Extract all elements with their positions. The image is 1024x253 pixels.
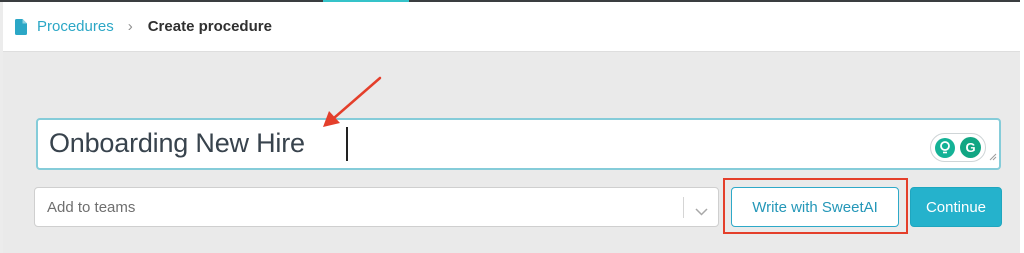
select-divider xyxy=(683,197,684,218)
breadcrumb-separator: › xyxy=(127,18,133,35)
annotation-arrow-icon xyxy=(323,76,382,127)
page-header: Procedures › Create procedure xyxy=(3,2,1020,52)
grammarly-widget[interactable]: G xyxy=(930,133,986,162)
chevron-down-icon[interactable] xyxy=(695,203,708,221)
procedure-title-input[interactable]: Onboarding New Hire G xyxy=(36,118,1001,170)
grammarly-icon[interactable]: G xyxy=(960,137,981,158)
document-icon xyxy=(15,18,27,35)
continue-button[interactable]: Continue xyxy=(910,187,1002,227)
page-right-margin xyxy=(1020,0,1024,253)
procedure-title-value: Onboarding New Hire xyxy=(49,128,305,158)
lightbulb-icon[interactable] xyxy=(935,137,955,158)
breadcrumb-procedures-link[interactable]: Procedures xyxy=(37,18,114,35)
add-to-teams-select[interactable]: Add to teams xyxy=(34,187,719,227)
resize-handle-icon[interactable] xyxy=(989,148,997,166)
add-to-teams-placeholder: Add to teams xyxy=(47,199,136,216)
text-cursor xyxy=(346,127,348,161)
annotation-highlight-box xyxy=(723,178,908,234)
breadcrumb-current-page: Create procedure xyxy=(147,18,272,35)
